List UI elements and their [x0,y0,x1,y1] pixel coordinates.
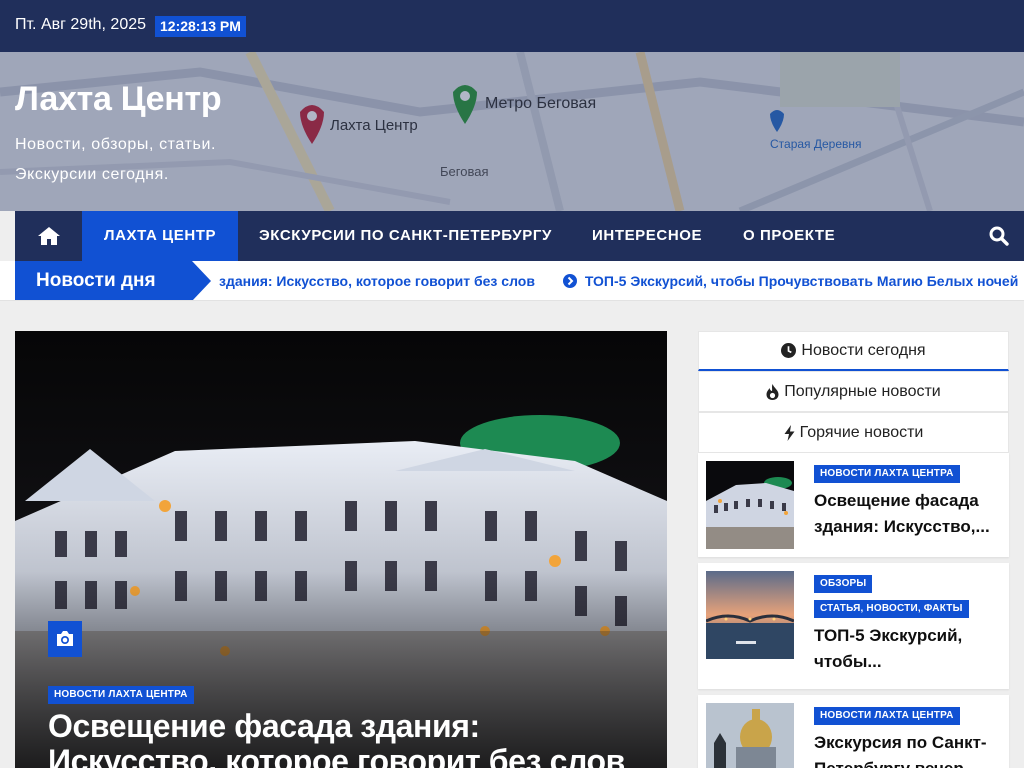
site-description: Новости, обзоры, статьи. Экскурсии сегод… [15,136,217,183]
post-thumbnail-image [706,571,794,659]
ticker-item-label: ТОП-5 Экскурсий, чтобы Прочувствовать Ма… [584,273,1019,289]
site-title[interactable]: Лахта Центр [15,80,222,119]
tab-label: Популярные новости [784,382,941,400]
sidebar-post[interactable]: НОВОСТИ ЛАХТА ЦЕНТРА Экскурсия по Санкт-… [698,695,1009,768]
clock-icon [781,343,797,358]
ticker-item[interactable]: здания: Искусство, которое говорит без с… [219,273,535,289]
sidebar-post[interactable]: НОВОСТИ ЛАХТА ЦЕНТРА Освещение фасада зд… [698,453,1009,557]
sidebar-tabs: Новости сегодня Популярные новости Горяч… [698,331,1009,453]
nav-item-excursions[interactable]: ЭКСКУРСИИ ПО САНКТ-ПЕТЕРБУРГУ [259,211,552,261]
gallery-button[interactable] [48,621,82,657]
post-category-badge[interactable]: НОВОСТИ ЛАХТА ЦЕНТРА [814,465,960,483]
tab-label: Горячие новости [799,423,924,441]
ticker-item[interactable]: ТОП-5 Экскурсий, чтобы Прочувствовать Ма… [562,273,1019,289]
home-icon [37,227,60,245]
ticker-label: Новости дня [15,261,192,300]
sidebar-post-title[interactable]: Экскурсия по Санкт-Петербургу вечер... [814,730,1004,768]
post-category-badge[interactable]: ОБЗОРЫ [814,575,873,593]
nav-home-button[interactable] [15,211,82,261]
sidebar-post-title[interactable]: ТОП-5 Экскурсий, чтобы... [814,623,1004,675]
post-thumbnail-image [706,703,794,768]
nav-item-about[interactable]: О ПРОЕКТЕ [743,211,835,261]
current-time: 12:28:13 PM [155,16,246,37]
post-category-badge[interactable]: СТАТЬЯ, НОВОСТИ, ФАКТЫ [814,600,969,618]
sidebar-post-title[interactable]: Освещение фасада здания: Искусство,... [814,488,1004,540]
bolt-icon [784,424,795,441]
featured-category-badge[interactable]: НОВОСТИ ЛАХТА ЦЕНТРА [48,686,194,704]
sidebar-post-thumbnail[interactable] [706,703,794,768]
chevron-circle-right-icon [562,274,577,288]
sidebar-post-meta: ОБЗОРЫ СТАТЬЯ, НОВОСТИ, ФАКТЫ ТОП-5 Экск… [814,573,1004,675]
sidebar-post-meta: НОВОСТИ ЛАХТА ЦЕНТРА Освещение фасада зд… [814,463,1004,540]
sidebar-post[interactable]: ОБЗОРЫ СТАТЬЯ, НОВОСТИ, ФАКТЫ ТОП-5 Экск… [698,563,1009,689]
camera-icon [57,631,73,646]
sidebar-post-meta: НОВОСТИ ЛАХТА ЦЕНТРА Экскурсия по Санкт-… [814,705,1004,768]
sidebar-post-thumbnail[interactable] [706,571,794,659]
ticker-label-arrow [192,261,211,300]
featured-post[interactable]: НОВОСТИ ЛАХТА ЦЕНТРА Освещение фасада зд… [15,331,667,768]
fire-icon [766,383,779,400]
ticker-track: здания: Искусство, которое говорит без с… [219,261,1019,300]
news-ticker: здания: Искусство, которое говорит без с… [0,261,1024,301]
site-header: Лахта Центр Метро Беговая Беговая Старая… [0,52,1024,211]
main-navigation: ЛАХТА ЦЕНТР ЭКСКУРСИИ ПО САНКТ-ПЕТЕРБУРГ… [15,211,1024,261]
nav-item-interesting[interactable]: ИНТЕРЕСНОЕ [592,211,702,261]
featured-post-title[interactable]: Освещение фасада здания: Искусство, кото… [48,709,648,768]
tab-label: Новости сегодня [801,341,926,359]
search-icon[interactable] [989,226,1009,246]
post-category-badge[interactable]: НОВОСТИ ЛАХТА ЦЕНТРА [814,707,960,725]
current-date: Пт. Авг 29th, 2025 [15,16,147,33]
tab-hot-news[interactable]: Горячие новости [698,412,1009,453]
sidebar-post-thumbnail[interactable] [706,461,794,549]
top-bar: Пт. Авг 29th, 2025 12:28:13 PM [0,0,1024,52]
nav-item-lakhta[interactable]: ЛАХТА ЦЕНТР [82,211,238,261]
post-thumbnail-image [706,461,794,549]
tab-popular-news[interactable]: Популярные новости [698,371,1009,412]
tab-today-news[interactable]: Новости сегодня [698,331,1009,371]
